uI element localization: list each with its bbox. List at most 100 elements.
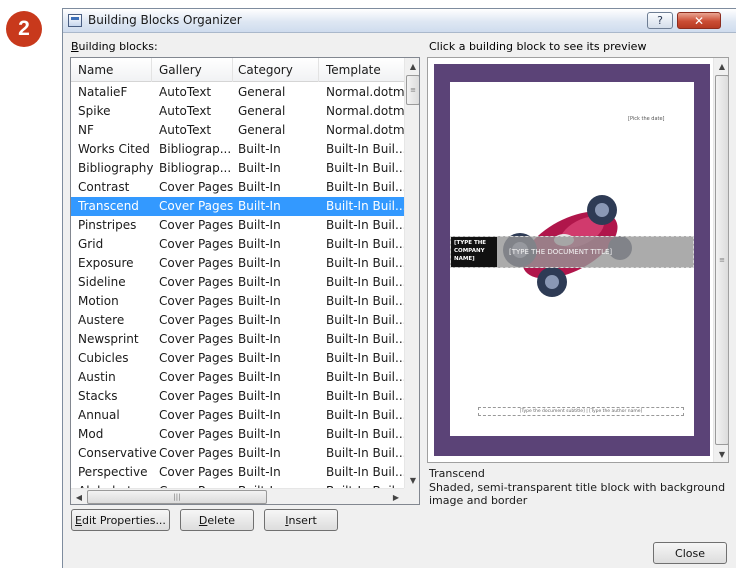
cell-category: Built-In: [238, 256, 281, 270]
building-blocks-list[interactable]: Name Gallery Category Template NatalieF A…: [70, 57, 420, 505]
list-row-8[interactable]: Grid Cover Pages Built-In Built-In Buil...: [71, 235, 404, 254]
vertical-scroll-thumb[interactable]: ≡: [406, 75, 419, 105]
preview-scroll-down-arrow-icon[interactable]: ▼: [714, 446, 728, 462]
cell-category: General: [238, 104, 286, 118]
cell-name: Conservative: [78, 446, 156, 460]
cell-name: Pinstripes: [78, 218, 137, 232]
list-row-9[interactable]: Exposure Cover Pages Built-In Built-In Buil…: [71, 254, 404, 273]
cell-template: Built-In Buil...: [326, 446, 404, 460]
list-row-17[interactable]: Annual Cover Pages Built-In Built-In Buil..…: [71, 406, 404, 425]
cell-category: Built-In: [238, 446, 281, 460]
cell-template: Built-In Buil...: [326, 256, 404, 270]
cell-gallery: Cover Pages: [159, 294, 234, 308]
cell-template: Built-In Buil...: [326, 180, 404, 194]
cell-category: Built-In: [238, 313, 281, 327]
scroll-down-arrow-icon[interactable]: ▼: [405, 472, 419, 488]
list-row-15[interactable]: Austin Cover Pages Built-In Built-In Buil..…: [71, 368, 404, 387]
cell-name: Contrast: [78, 180, 130, 194]
edit-properties-button[interactable]: Edit Properties...: [71, 509, 170, 531]
list-row-7[interactable]: Pinstripes Cover Pages Built-In Built-In Bu…: [71, 216, 404, 235]
cell-category: Built-In: [238, 180, 281, 194]
preview-instruction-label: Click a building block to see its previe…: [429, 40, 647, 53]
cell-template: Built-In Buil...: [326, 370, 404, 384]
cell-template: Built-In Buil...: [326, 142, 404, 156]
list-row-1[interactable]: Spike AutoText General Normal.dotm: [71, 102, 404, 121]
cell-name: Sideline: [78, 275, 126, 289]
delete-button[interactable]: Delete: [180, 509, 254, 531]
cell-template: Built-In Buil...: [326, 161, 404, 175]
preview-scroll-thumb[interactable]: ≡: [715, 75, 728, 445]
list-row-10[interactable]: Sideline Cover Pages Built-In Built-In Buil…: [71, 273, 404, 292]
cell-gallery: Cover Pages: [159, 370, 234, 384]
list-row-5[interactable]: Contrast Cover Pages Built-In Built-In Buil…: [71, 178, 404, 197]
cell-category: Built-In: [238, 370, 281, 384]
title-block: [TYPE THE COMPANY NAME] [TYPE THE DOCUME…: [450, 236, 694, 268]
cell-template: Built-In Buil...: [326, 294, 404, 308]
list-row-20[interactable]: Perspective Cover Pages Built-In Built-In B…: [71, 463, 404, 482]
cell-category: Built-In: [238, 237, 281, 251]
cell-category: Built-In: [238, 218, 281, 232]
cell-name: Exposure: [78, 256, 134, 270]
preview-scroll-up-arrow-icon[interactable]: ▲: [714, 58, 728, 74]
company-name-placeholder: [TYPE THE COMPANY NAME]: [451, 237, 497, 267]
cell-gallery: Cover Pages: [159, 199, 234, 213]
building-blocks-label: Building blocks:: [71, 40, 158, 53]
cell-category: General: [238, 123, 286, 137]
scrollbar-corner: [404, 488, 419, 504]
cell-category: Built-In: [238, 351, 281, 365]
cell-category: Built-In: [238, 465, 281, 479]
column-header-category[interactable]: Category: [238, 63, 293, 77]
cell-gallery: Cover Pages: [159, 180, 234, 194]
list-row-19[interactable]: Conservative Cover Pages Built-In Built-In …: [71, 444, 404, 463]
cell-template: Built-In Buil...: [326, 218, 404, 232]
list-row-13[interactable]: Newsprint Cover Pages Built-In Built-In Bui…: [71, 330, 404, 349]
list-row-14[interactable]: Cubicles Cover Pages Built-In Built-In Buil…: [71, 349, 404, 368]
subtitle-author-placeholder: [Type the document subtitle] | [Type the…: [478, 407, 684, 416]
building-blocks-organizer-dialog: Building Blocks Organizer ? ✕ Building b…: [62, 8, 736, 568]
preview-vertical-scrollbar[interactable]: ▲ ≡ ▼: [713, 58, 728, 462]
cell-name: NF: [78, 123, 94, 137]
cell-name: Austere: [78, 313, 125, 327]
list-rows: NatalieF AutoText General Normal.dotm Spike A…: [71, 83, 404, 501]
list-row-4[interactable]: Bibliography Bibliograp... Built-In Built-I…: [71, 159, 404, 178]
column-header-name[interactable]: Name: [78, 63, 113, 77]
cell-template: Built-In Buil...: [326, 427, 404, 441]
column-header-gallery[interactable]: Gallery: [159, 63, 202, 77]
list-row-16[interactable]: Stacks Cover Pages Built-In Built-In Buil..…: [71, 387, 404, 406]
cell-gallery: Cover Pages: [159, 408, 234, 422]
list-row-0[interactable]: NatalieF AutoText General Normal.dotm: [71, 83, 404, 102]
list-row-12[interactable]: Austere Cover Pages Built-In Built-In Buil.…: [71, 311, 404, 330]
close-button[interactable]: Close: [653, 542, 727, 564]
selected-block-description: Shaded, semi-transparent title block wit…: [429, 481, 726, 507]
cell-gallery: Cover Pages: [159, 256, 234, 270]
list-row-2[interactable]: NF AutoText General Normal.dotm: [71, 121, 404, 140]
cell-gallery: AutoText: [159, 123, 212, 137]
scroll-left-arrow-icon[interactable]: ◀: [71, 489, 87, 504]
list-vertical-scrollbar[interactable]: ▲ ≡ ▼: [404, 58, 419, 488]
column-header-template[interactable]: Template: [326, 63, 381, 77]
cover-page-preview: [Pick the date] [TYPE THE COMPANY NAME] …: [450, 82, 694, 436]
list-horizontal-scrollbar[interactable]: ◀ ||| ▶: [71, 488, 404, 504]
help-button[interactable]: ?: [647, 12, 673, 29]
cell-name: Mod: [78, 427, 104, 441]
cell-name: Cubicles: [78, 351, 129, 365]
insert-button[interactable]: Insert: [264, 509, 338, 531]
scroll-up-arrow-icon[interactable]: ▲: [405, 58, 419, 74]
cell-category: Built-In: [238, 389, 281, 403]
horizontal-scroll-thumb[interactable]: |||: [87, 490, 267, 504]
cell-category: Built-In: [238, 199, 281, 213]
cell-category: Built-In: [238, 332, 281, 346]
scroll-right-arrow-icon[interactable]: ▶: [388, 489, 404, 504]
list-row-18[interactable]: Mod Cover Pages Built-In Built-In Buil...: [71, 425, 404, 444]
cell-template: Built-In Buil...: [326, 199, 404, 213]
list-row-11[interactable]: Motion Cover Pages Built-In Built-In Buil..…: [71, 292, 404, 311]
cell-category: Built-In: [238, 427, 281, 441]
cell-category: Built-In: [238, 275, 281, 289]
list-row-3[interactable]: Works Cited Bibliograp... Built-In Built-In…: [71, 140, 404, 159]
list-row-6[interactable]: Transcend Cover Pages Built-In Built-In Bui…: [71, 197, 404, 216]
close-window-button[interactable]: ✕: [677, 12, 721, 29]
step-number-badge: 2: [6, 11, 42, 47]
cell-gallery: Cover Pages: [159, 389, 234, 403]
cell-gallery: Cover Pages: [159, 313, 234, 327]
cell-gallery: AutoText: [159, 104, 212, 118]
